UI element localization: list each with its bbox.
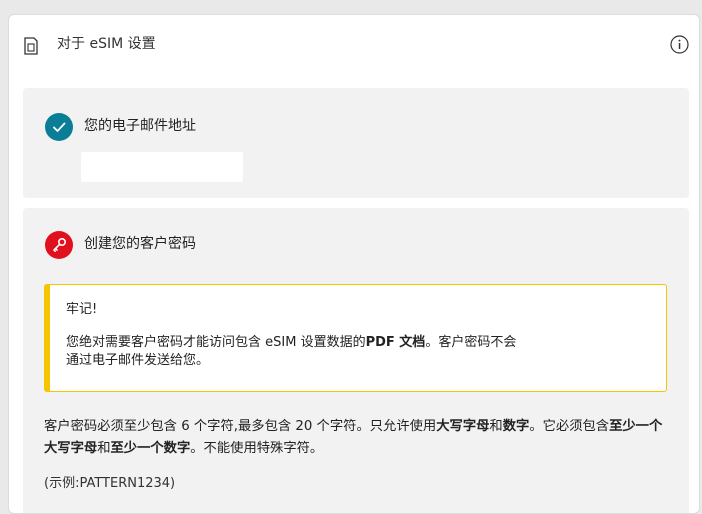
notice-body: 您绝对需要客户密码才能访问包含 eSIM 设置数据的PDF 文档。客户密码不会 … — [66, 334, 626, 370]
rules-text-3: 。它必须包含 — [529, 419, 610, 434]
rules-text-4: 和 — [97, 441, 111, 456]
email-field[interactable] — [81, 152, 243, 182]
key-icon — [45, 231, 73, 259]
rules-text-1: 客户密码必须至少包含 6 个字符,最多包含 20 个字符。只允许使用 — [44, 419, 437, 434]
password-example: (示例:PATTERN1234) — [44, 476, 176, 491]
rules-bold-4: 至少一个数字 — [110, 441, 191, 456]
rules-text-2: 和 — [489, 419, 503, 434]
info-icon[interactable] — [670, 35, 689, 54]
page-title: 对于 eSIM 设置 — [57, 36, 156, 52]
notice-text-2: 。客户密码不会 — [425, 335, 517, 350]
rules-bold-2: 数字 — [502, 419, 530, 434]
rules-bold-1: 大写字母 — [436, 419, 490, 434]
notice-text-3: 通过电子邮件发送给您。 — [66, 353, 210, 368]
notice-text-1: 您绝对需要客户密码才能访问包含 eSIM 设置数据的 — [66, 335, 366, 350]
password-step-panel: 创建您的客户密码 牢记! 您绝对需要客户密码才能访问包含 eSIM 设置数据的P… — [23, 208, 689, 513]
card-header: 对于 eSIM 设置 — [9, 15, 699, 75]
password-step-title: 创建您的客户密码 — [84, 236, 196, 252]
check-icon — [45, 113, 73, 141]
rules-text-5: 。不能使用特殊字符。 — [190, 441, 324, 456]
notice-title: 牢记! — [66, 302, 98, 317]
sim-card-icon — [24, 37, 38, 55]
esim-setup-card: 对于 eSIM 设置 您的电子邮件地址 创建您的客户密码 牢记! 您绝对需要客户 — [8, 14, 700, 514]
email-step-title: 您的电子邮件地址 — [84, 118, 196, 134]
notice-box: 牢记! 您绝对需要客户密码才能访问包含 eSIM 设置数据的PDF 文档。客户密… — [44, 284, 667, 392]
email-step-panel: 您的电子邮件地址 — [23, 88, 689, 198]
notice-text-bold: PDF 文档 — [365, 335, 426, 350]
password-rules: 客户密码必须至少包含 6 个字符,最多包含 20 个字符。只允许使用大写字母和数… — [44, 416, 674, 460]
